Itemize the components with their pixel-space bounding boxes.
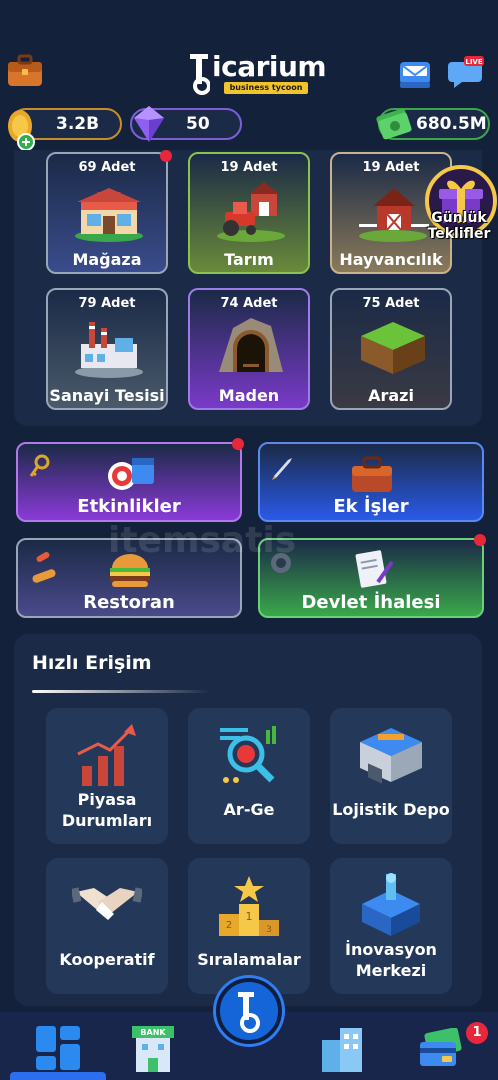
events-label: Etkinlikler [77,496,181,517]
svg-text:3: 3 [266,925,272,935]
events-button[interactable]: Etkinlikler [16,442,242,522]
daily-offers-line2: Teklifler [427,226,491,242]
svg-text:1: 1 [246,910,253,923]
dashboard-icon[interactable] [34,1024,82,1072]
gem-value: 50 [186,114,210,134]
agriculture-label: Tarım [224,250,274,269]
mine-icon [219,318,283,372]
business-card-mine[interactable]: 74 Adet Maden [188,288,310,410]
gold-value: 3.2B [56,114,100,134]
industry-label: Sanayi Tesisi [49,386,165,405]
side-jobs-button[interactable]: Ek İşler [258,442,484,522]
store-icon [75,188,143,242]
key-icon [29,454,50,477]
innovation-center-card[interactable]: İnovasyon Merkezi [330,858,452,994]
quick-access-divider [32,690,210,693]
events-icon [108,458,154,490]
mine-label: Maden [218,386,280,405]
land-icon [361,322,425,374]
industry-count: 79 Adet [78,296,136,311]
government-tender-label: Devlet İhalesi [301,592,441,613]
market-status-card[interactable]: Piyasa Durumları [46,708,168,844]
app-logo: icarium business tycoon [188,50,327,96]
rankings-card[interactable]: 1 2 3 Sıralamalar [188,858,310,994]
daily-offers-label[interactable]: Günlük Teklifler [420,210,498,242]
cash-icon [376,108,412,140]
innovation-center-line2: Merkezi [355,961,427,980]
side-jobs-icon [352,456,392,492]
restaurant-label: Restoran [83,592,175,613]
rankings-label: Sıralamalar [197,950,301,969]
quick-access-title: Hızlı Erişim [32,652,152,674]
cooperative-label: Kooperatif [59,950,155,969]
svg-text:2: 2 [226,920,232,931]
logistics-depot-label: Lojistik Depo [332,800,450,819]
mine-count: 74 Adet [220,296,278,311]
briefcase-icon[interactable] [6,54,44,88]
cooperative-card[interactable]: Kooperatif [46,858,168,994]
innovation-building-icon [362,873,420,936]
business-card-store[interactable]: 69 Adet Mağaza [46,152,168,274]
rnd-card[interactable]: Ar-Ge [188,708,310,844]
cards-badge: 1 [466,1022,488,1044]
home-logo-icon [238,992,260,1033]
nav-selected-indicator [10,1072,106,1080]
tractor-icon [217,182,285,242]
watermark: itemsatis [108,520,297,561]
live-chat-icon[interactable]: LIVE [448,56,484,90]
events-notification-dot [232,438,244,450]
market-status-line1: Piyasa [77,790,137,809]
gem-icon [134,106,164,142]
daily-offers-line1: Günlük [431,210,487,226]
logo-word: icarium [212,50,327,83]
home-center-button[interactable] [216,978,282,1044]
bank-icon[interactable]: BANK [128,1024,178,1074]
factory-icon [75,322,143,378]
rocket-icon [272,458,292,480]
cash-value: 680.5M [416,114,487,134]
business-card-agriculture[interactable]: 19 Adet Tarım [188,152,310,274]
business-card-industry[interactable]: 79 Adet Sanayi Tesisi [46,288,168,410]
land-count: 75 Adet [362,296,420,311]
chart-up-icon [77,724,136,786]
logo-mark [190,54,210,95]
handshake-icon [72,887,142,920]
mail-icon[interactable] [398,58,432,90]
cards-icon[interactable] [418,1028,464,1070]
research-icon [220,726,276,783]
rnd-label: Ar-Ge [223,800,275,819]
store-label: Mağaza [72,250,142,269]
podium-icon: 1 2 3 [219,876,279,936]
business-card-land[interactable]: 75 Adet Arazi [330,288,452,410]
market-status-line2: Durumları [61,811,153,830]
store-count: 69 Adet [78,160,136,175]
contract-icon [355,550,394,588]
bank-label: BANK [140,1028,166,1037]
hotdog-icon [32,552,56,583]
logistics-depot-card[interactable]: Lojistik Depo [330,708,452,844]
gold-coin-icon [8,110,35,151]
innovation-center-line1: İnovasyon [345,940,437,959]
land-label: Arazi [368,386,414,405]
livestock-label: Hayvancılık [339,250,443,269]
agriculture-count: 19 Adet [220,160,278,175]
side-jobs-label: Ek İşler [333,496,409,517]
warehouse-icon [360,728,422,784]
logo-subtitle: business tycoon [224,82,308,94]
live-label: LIVE [465,58,482,66]
buildings-icon[interactable] [318,1024,370,1074]
tender-notification-dot [474,534,486,546]
store-notification-dot [160,150,172,162]
